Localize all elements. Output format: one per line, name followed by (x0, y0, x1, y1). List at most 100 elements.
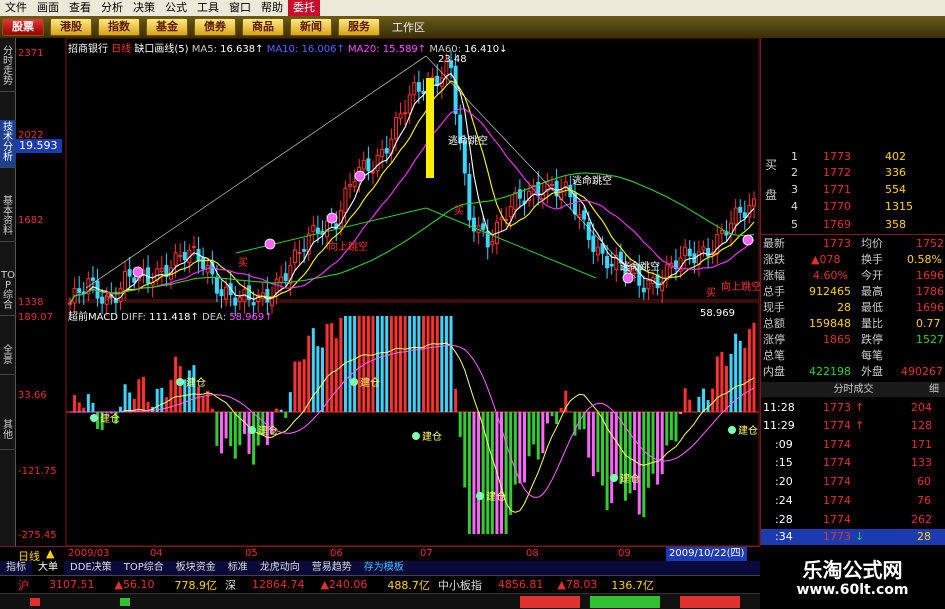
quote-row-trades: 总笔 每笔 (763, 349, 883, 362)
macd-bar (339, 317, 343, 412)
macd-bar (219, 412, 223, 454)
right-panel-top (760, 38, 945, 136)
macd-legend: 超前MACD DIFF: 111.418↑ DEA: 58.969↑ (68, 308, 273, 323)
macd-bar (164, 397, 168, 412)
jump-up-label-2: 向上跳空 (721, 280, 760, 293)
tab-fundamentals[interactable]: 基本资料 (0, 194, 16, 242)
price-axis-label-1: 2371 (18, 48, 44, 59)
candle-body (563, 181, 568, 188)
menu-item-3[interactable]: 分析 (96, 0, 128, 16)
tab-other[interactable]: 其他 (0, 418, 16, 450)
period-triangle-icon[interactable]: ▲ (46, 547, 54, 560)
macd-axis-label-4: -275.45 (18, 530, 57, 541)
candle-body (550, 183, 555, 186)
build-marker-icon-0 (90, 414, 98, 422)
macd-bar (86, 394, 90, 412)
ma5-value: 16.638↑ (220, 44, 264, 55)
candle-body (159, 267, 164, 272)
macd-axis-label-2: 33.66 (18, 390, 47, 401)
macd-bar (155, 388, 159, 412)
tab-panorama[interactable]: 全景 (0, 343, 16, 375)
commodity-button[interactable]: 商品 (242, 18, 284, 36)
hk-stock-button[interactable]: 港股 (50, 18, 92, 36)
tab-big-orders[interactable]: 大单 (32, 561, 64, 575)
diff-value: 111.418↑ (149, 312, 199, 323)
menu-item-7[interactable]: 窗口 (224, 0, 256, 16)
buy-label-4: 买 (706, 287, 716, 299)
candle-body (191, 245, 196, 248)
tab-standard[interactable]: 标准 (222, 561, 254, 575)
service-button[interactable]: 服务 (338, 18, 380, 36)
menu-item-1[interactable]: 画面 (32, 0, 64, 16)
macd-bar (357, 316, 361, 412)
tab-dragon-tiger[interactable]: 龙虎动向 (254, 561, 306, 575)
tab-top-composite[interactable]: TOP综合 (0, 268, 16, 316)
tab-intraday[interactable]: 分时走势 (0, 44, 16, 92)
macd-bar (504, 412, 508, 534)
build-marker-icon-6 (728, 426, 736, 434)
workspace-button[interactable]: 工作区 (392, 19, 425, 35)
price-axis-label-2: 2022 (18, 130, 44, 141)
candle-body (201, 257, 206, 270)
tab-trend[interactable]: 营易趋势 (306, 561, 358, 575)
build-label-7: 建仓 (186, 376, 206, 389)
tab-sector-funds[interactable]: 板块资金 (170, 561, 222, 575)
macd-bar (178, 365, 182, 412)
macd-bar (284, 412, 288, 418)
fund-button[interactable]: 基金 (146, 18, 188, 36)
candle-body (361, 159, 366, 170)
save-template-button[interactable]: 存为模板 (358, 561, 410, 575)
sh-amount: 778.9亿 (174, 578, 217, 592)
macd-bar (353, 316, 357, 412)
macd-bar (591, 412, 595, 477)
buy-label-2: 买 (238, 257, 248, 269)
candle-body (132, 277, 137, 283)
macd-bar (325, 323, 329, 412)
macd-bar (380, 316, 384, 412)
bond-button[interactable]: 债券 (194, 18, 236, 36)
macd-bar (472, 412, 476, 534)
buy-level-3: 3 1771 554 (791, 183, 906, 196)
news-button[interactable]: 新闻 (290, 18, 332, 36)
tab-indicator[interactable]: 指标 (0, 561, 32, 575)
sme-index: 4856.81 (497, 578, 544, 591)
macd-bar (724, 365, 728, 412)
candle-body (481, 223, 486, 230)
menu-item-2[interactable]: 查看 (64, 0, 96, 16)
candle-body (311, 224, 316, 232)
candle-body (343, 187, 348, 214)
tick-detail-button[interactable]: 细 (929, 382, 939, 397)
candle-body (582, 210, 587, 220)
menu-item-9[interactable]: 委托 (288, 0, 320, 16)
macd-bar (91, 402, 95, 412)
toolbar: 股票 港股 指数 基金 债券 商品 新闻 服务 工作区 (0, 16, 945, 38)
index-button[interactable]: 指数 (98, 18, 140, 36)
quote-row-limits: 涨停 1865 跌停 1527 (763, 333, 944, 346)
chart-area[interactable]: 23.48 逃命跳空 逃命跳空 逃命跳空 向上跳空 向上跳空买买买买建仓 建仓 建仓 建仓 建仓建… (16, 38, 760, 546)
tick-row-8-selected[interactable]: :34 1773 ↓ 28 (761, 529, 945, 545)
menu-item-0[interactable]: 文件 (0, 0, 32, 16)
ma10-label: MA10 (266, 44, 295, 55)
menu-item-8[interactable]: 帮助 (256, 0, 288, 16)
candle-body (178, 254, 183, 257)
tab-technical-analysis[interactable]: 技术分析 (0, 120, 16, 168)
candle-body (641, 287, 646, 293)
buy-level-5: 5 1769 358 (791, 218, 906, 231)
tab-dde[interactable]: DDE决策 (64, 561, 118, 575)
candle-body (366, 158, 371, 172)
macd-bar (233, 412, 237, 459)
candle-body (219, 289, 224, 297)
sz-label: 深 (224, 578, 236, 592)
macd-bar (426, 316, 430, 412)
macd-bar (747, 329, 751, 412)
macd-bar (665, 412, 669, 446)
sh-index: 3107.51 (49, 578, 95, 591)
menu-item-5[interactable]: 公式 (160, 0, 192, 16)
stock-name: 招商银行 (68, 44, 108, 55)
stock-button[interactable]: 股票 (2, 18, 44, 36)
candle-body (586, 222, 591, 240)
date-axis: 日线 ▲ 2009/03 04 05 06 07 08 09 2009/10/2… (0, 546, 760, 563)
menu-item-4[interactable]: 决策 (128, 0, 160, 16)
menu-item-6[interactable]: 工具 (192, 0, 224, 16)
tab-top-composite-bottom[interactable]: TOP综合 (118, 561, 170, 575)
